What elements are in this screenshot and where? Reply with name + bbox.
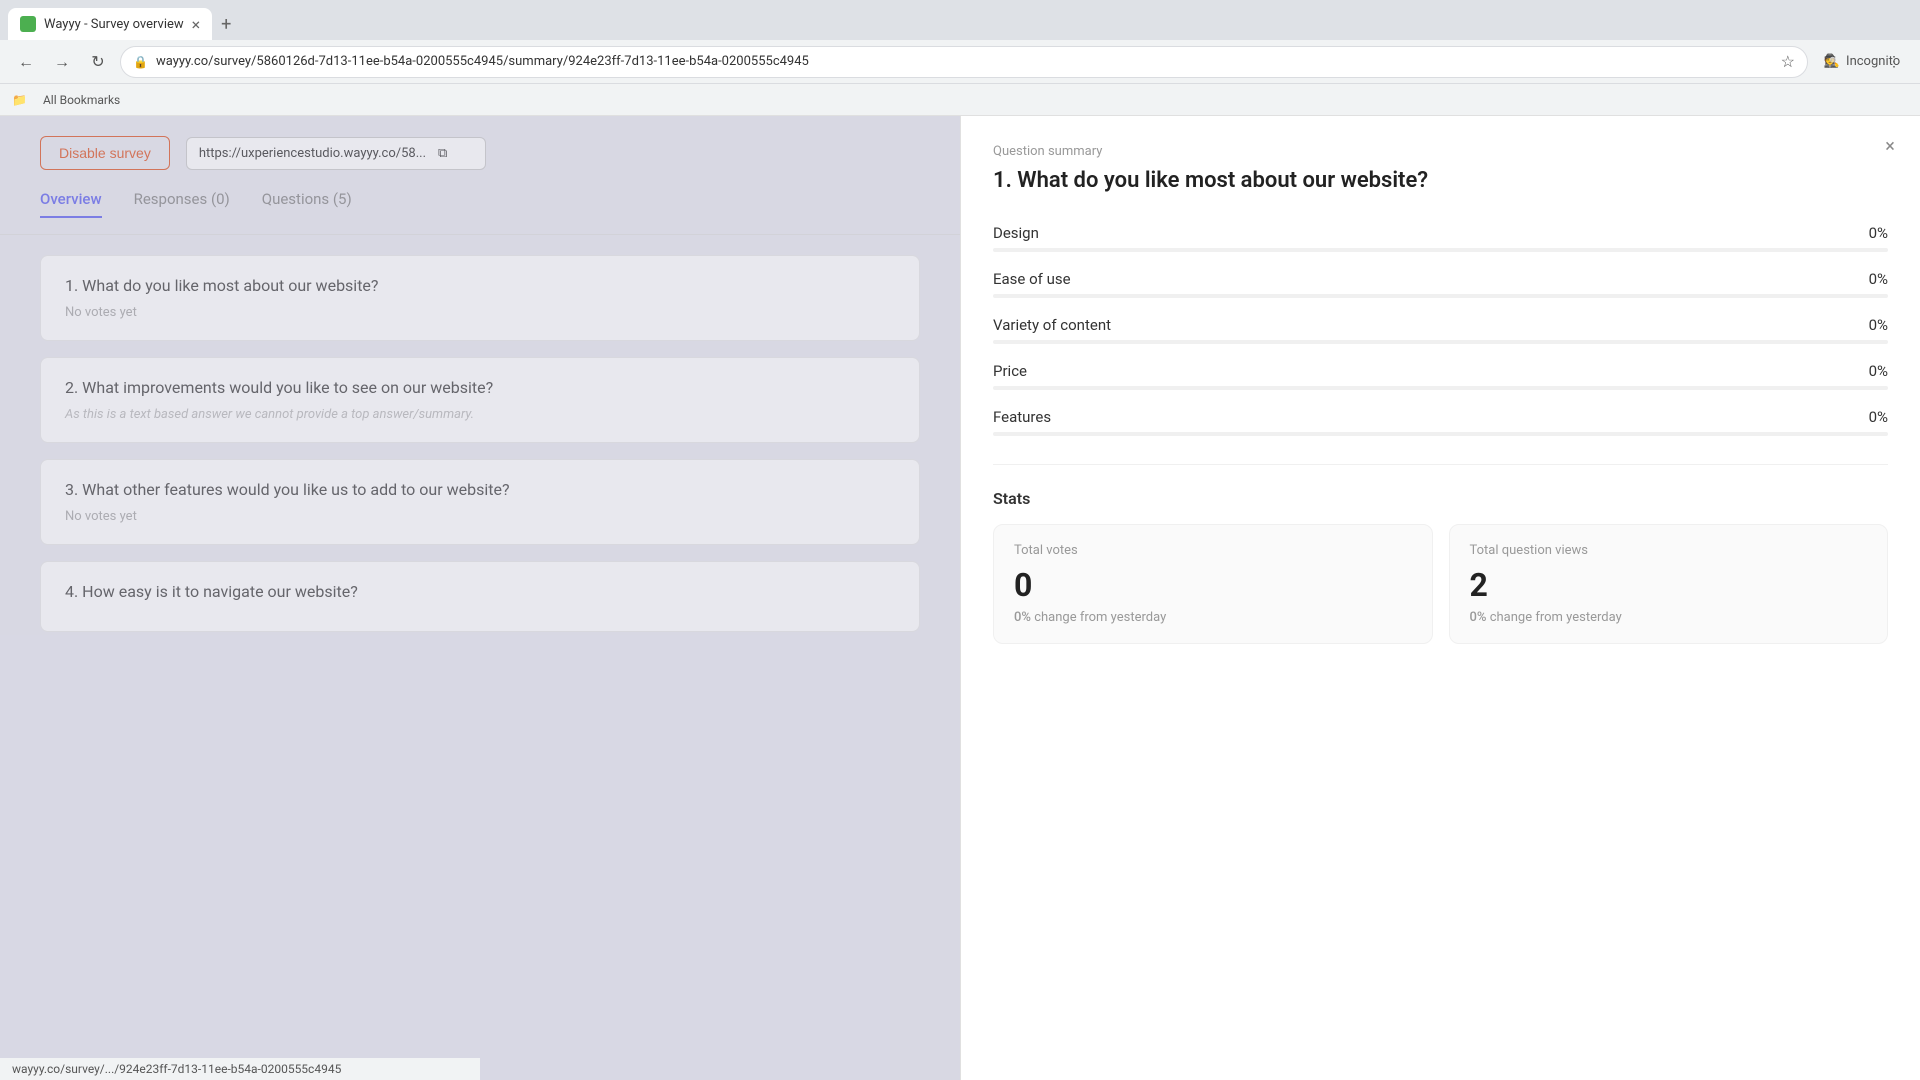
all-bookmarks-item[interactable]: All Bookmarks <box>43 93 120 107</box>
main-content: Disable survey https://uxperiencestudio.… <box>0 116 1920 1080</box>
option-header-design: Design 0% <box>993 224 1888 242</box>
address-text: wayyy.co/survey/5860126d-7d13-11ee-b54a-… <box>156 54 1773 69</box>
option-pct-features: 0% <box>1869 408 1888 426</box>
status-bar: wayyy.co/survey/.../924e23ff-7d13-11ee-b… <box>0 1058 480 1080</box>
bookmarks-folder-icon: 📁 <box>12 93 27 107</box>
divider <box>993 464 1888 465</box>
right-panel: × Question summary 1. What do you like m… <box>960 116 1920 1080</box>
stat-value-views: 2 <box>1470 566 1868 604</box>
close-panel-button[interactable]: × <box>1876 132 1904 160</box>
option-label-variety: Variety of content <box>993 316 1111 334</box>
options-list: Design 0% Ease of use 0% <box>993 224 1888 436</box>
panel-question-title: 1. What do you like most about our websi… <box>993 167 1888 196</box>
reload-button[interactable]: ↻ <box>84 48 112 76</box>
progress-bar-bg-price <box>993 386 1888 390</box>
option-header-variety: Variety of content 0% <box>993 316 1888 334</box>
progress-bar-bg-ease-of-use <box>993 294 1888 298</box>
status-url: wayyy.co/survey/.../924e23ff-7d13-11ee-b… <box>12 1062 341 1076</box>
stat-card-views: Total question views 2 0% change from ye… <box>1449 524 1889 644</box>
address-bar[interactable]: 🔒 wayyy.co/survey/5860126d-7d13-11ee-b54… <box>120 46 1808 78</box>
progress-bar-bg-features <box>993 432 1888 436</box>
stat-card-votes: Total votes 0 0% change from yesterday <box>993 524 1433 644</box>
overlay <box>0 116 960 1080</box>
option-label-ease-of-use: Ease of use <box>993 270 1071 288</box>
incognito-icon: 🕵 <box>1824 54 1840 69</box>
stats-title: Stats <box>993 489 1888 508</box>
bookmark-star-icon[interactable]: ☆ <box>1781 52 1795 71</box>
nav-bar: ← → ↻ 🔒 wayyy.co/survey/5860126d-7d13-11… <box>0 40 1920 84</box>
incognito-indicator: 🕵 Incognito <box>1848 48 1876 76</box>
tab-title: Wayyy - Survey overview <box>44 17 184 32</box>
stat-label-votes: Total votes <box>1014 543 1412 558</box>
left-panel: Disable survey https://uxperiencestudio.… <box>0 116 960 1080</box>
option-label-price: Price <box>993 362 1027 380</box>
stat-change-pct-votes: 0% <box>1014 610 1031 625</box>
option-label-features: Features <box>993 408 1051 426</box>
option-pct-ease-of-use: 0% <box>1869 270 1888 288</box>
browser-chrome: Wayyy - Survey overview × + ← → ↻ 🔒 wayy… <box>0 0 1920 116</box>
option-row-features: Features 0% <box>993 408 1888 436</box>
panel-content: Question summary 1. What do you like mos… <box>961 116 1920 672</box>
option-pct-design: 0% <box>1869 224 1888 242</box>
stat-change-text-votes: change from yesterday <box>1034 610 1166 625</box>
tab-favicon <box>20 16 36 32</box>
option-pct-variety: 0% <box>1869 316 1888 334</box>
stat-label-views: Total question views <box>1470 543 1868 558</box>
back-button[interactable]: ← <box>12 48 40 76</box>
option-row-ease-of-use: Ease of use 0% <box>993 270 1888 298</box>
option-row-variety: Variety of content 0% <box>993 316 1888 344</box>
stat-change-votes: 0% change from yesterday <box>1014 610 1412 625</box>
option-row-price: Price 0% <box>993 362 1888 390</box>
progress-bar-bg-variety <box>993 340 1888 344</box>
new-tab-button[interactable]: + <box>212 10 240 38</box>
stat-change-pct-views: 0% <box>1470 610 1487 625</box>
option-header-features: Features 0% <box>993 408 1888 426</box>
option-header-ease-of-use: Ease of use 0% <box>993 270 1888 288</box>
bookmarks-bar: 📁 All Bookmarks <box>0 84 1920 116</box>
tab-close-button[interactable]: × <box>192 15 201 34</box>
progress-bar-bg-design <box>993 248 1888 252</box>
question-summary-label: Question summary <box>993 144 1888 159</box>
active-tab[interactable]: Wayyy - Survey overview × <box>8 8 212 40</box>
tab-bar: Wayyy - Survey overview × + <box>0 0 1920 40</box>
option-label-design: Design <box>993 224 1039 242</box>
nav-actions: ⊞ 🕵 Incognito ⋮ <box>1816 48 1908 76</box>
stat-change-text-views: change from yesterday <box>1490 610 1622 625</box>
stats-grid: Total votes 0 0% change from yesterday T… <box>993 524 1888 644</box>
option-row-design: Design 0% <box>993 224 1888 252</box>
stat-value-votes: 0 <box>1014 566 1412 604</box>
forward-button[interactable]: → <box>48 48 76 76</box>
menu-button[interactable]: ⋮ <box>1880 48 1908 76</box>
lock-icon: 🔒 <box>133 55 148 69</box>
stat-change-views: 0% change from yesterday <box>1470 610 1868 625</box>
option-header-price: Price 0% <box>993 362 1888 380</box>
option-pct-price: 0% <box>1869 362 1888 380</box>
